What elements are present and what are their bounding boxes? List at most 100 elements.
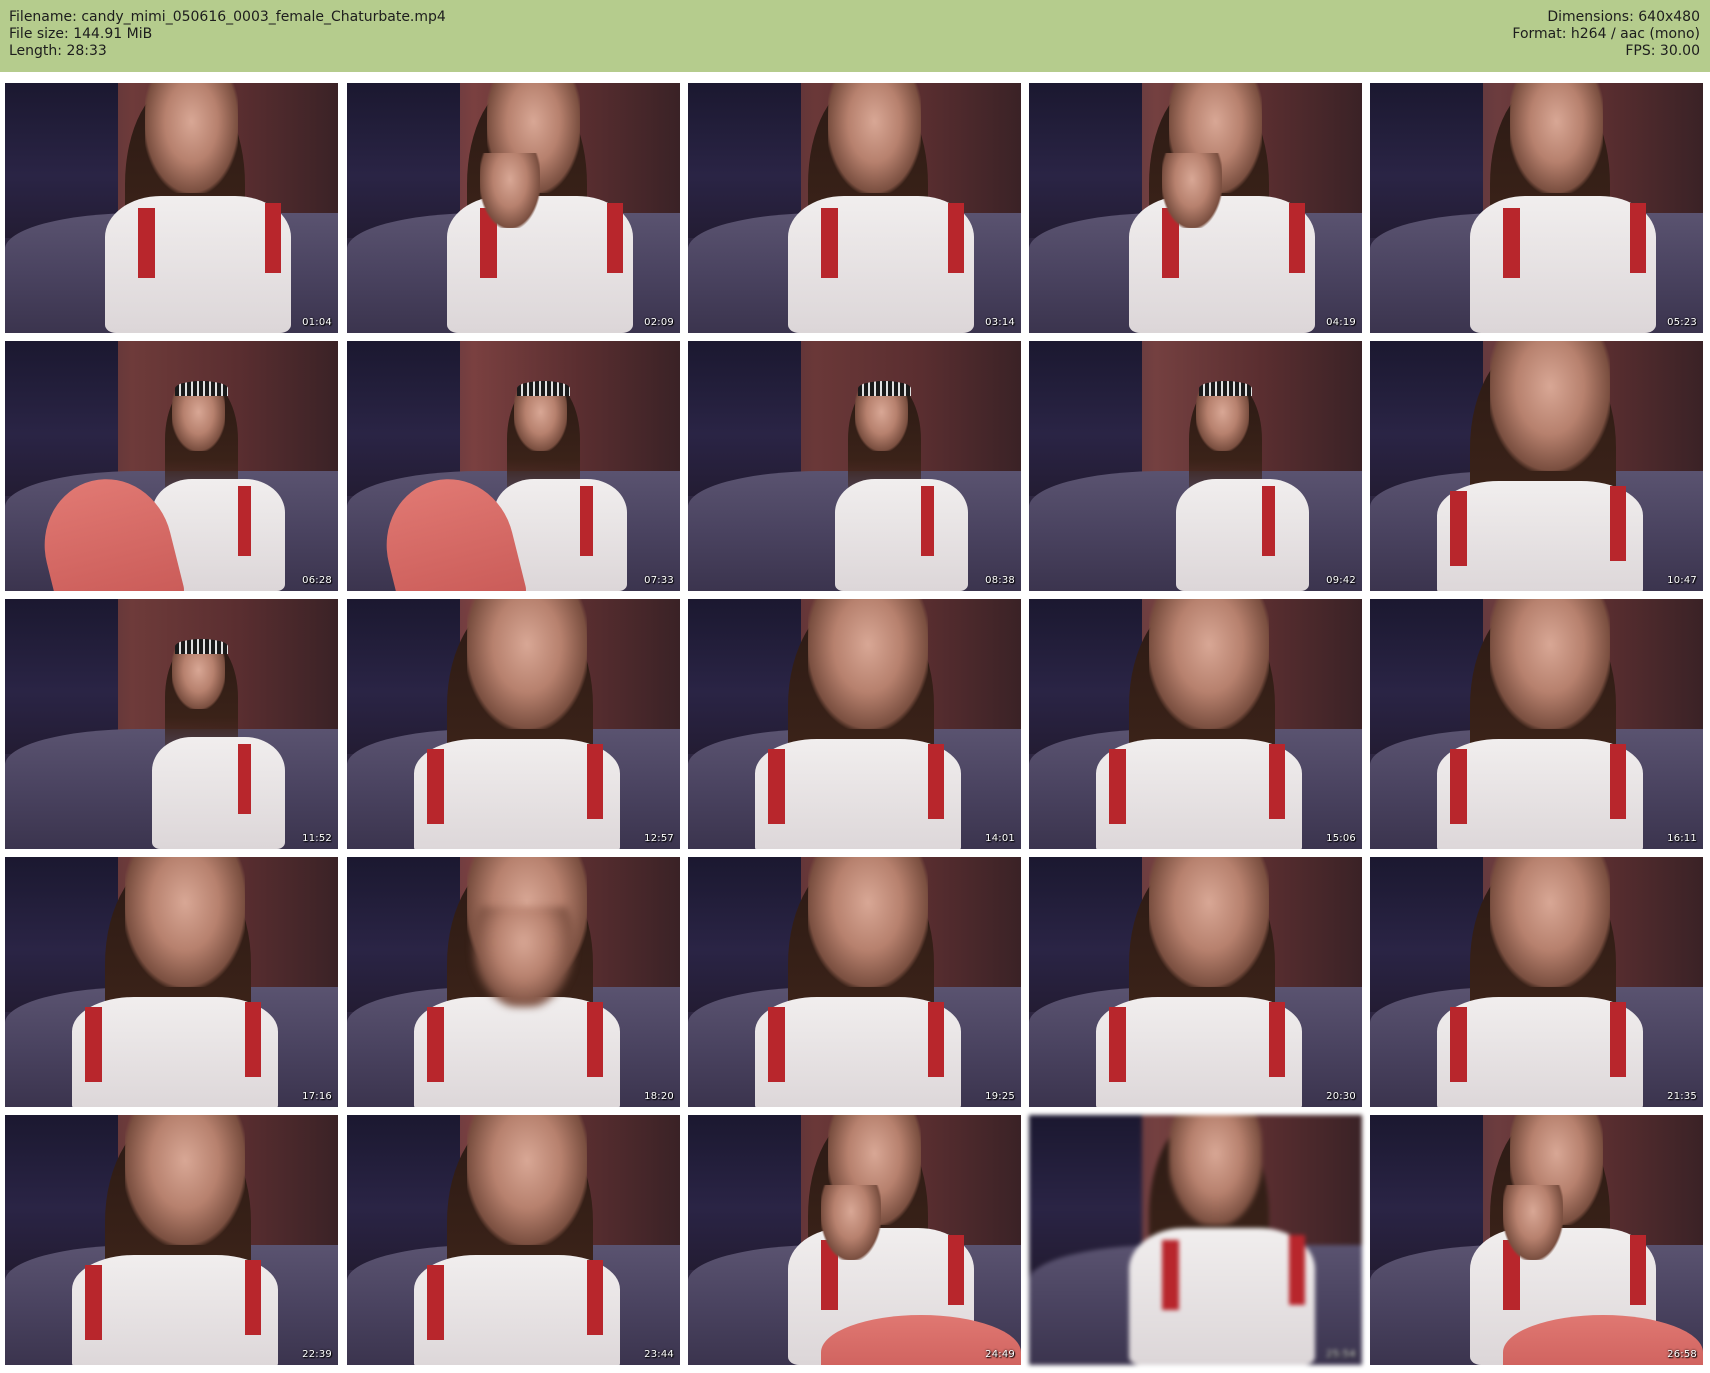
video-thumbnail: 02:09 (347, 83, 680, 333)
shirt-stripe (586, 744, 604, 819)
shirt (104, 195, 292, 333)
video-thumbnail: 09:42 (1029, 341, 1362, 591)
thumbnail-timestamp: 04:19 (1326, 317, 1356, 328)
shirt (151, 736, 285, 849)
thumbnail-timestamp: 18:20 (644, 1091, 674, 1102)
video-thumbnail: 05:23 (1370, 83, 1703, 333)
thumbnail-timestamp: 08:38 (985, 575, 1015, 586)
video-thumbnail: 26:58 (1370, 1115, 1703, 1365)
face (1148, 857, 1269, 987)
shirt-stripe (426, 749, 444, 824)
shirt-stripe (580, 486, 594, 556)
shirt-stripe (927, 1002, 945, 1077)
shirt (1469, 195, 1657, 333)
video-thumbnail: 11:52 (5, 599, 338, 849)
shirt-stripe (244, 1002, 262, 1077)
headband (1198, 381, 1253, 396)
thumbnail-timestamp: 14:01 (985, 833, 1015, 844)
shirt-stripe (426, 1007, 444, 1082)
thumbnail-timestamp: 15:06 (1326, 833, 1356, 844)
headband (174, 639, 229, 654)
shirt-stripe (264, 203, 282, 273)
face (171, 391, 225, 451)
thumbnail-timestamp: 11:52 (302, 833, 332, 844)
shirt (787, 195, 975, 333)
face (807, 857, 928, 987)
thumbnail-timestamp: 26:58 (1667, 1349, 1697, 1360)
shirt-stripe (1449, 1007, 1467, 1082)
shirt (1128, 1227, 1316, 1365)
face (1489, 857, 1610, 987)
face (171, 649, 225, 709)
shirt-stripe (84, 1265, 102, 1340)
shirt-stripe (1449, 749, 1467, 824)
video-thumbnail: 04:19 (1029, 83, 1362, 333)
thumbnail-timestamp: 03:14 (985, 317, 1015, 328)
video-thumbnail: 17:16 (5, 857, 338, 1107)
shirt-stripe (1503, 208, 1520, 278)
face (1148, 599, 1269, 729)
shirt-stripe (1609, 744, 1627, 819)
shirt-stripe (138, 208, 155, 278)
video-thumbnail: 07:33 (347, 341, 680, 591)
video-thumbnail: 01:04 (5, 83, 338, 333)
thumbnail-timestamp: 12:57 (644, 833, 674, 844)
video-thumbnail: 15:06 (1029, 599, 1362, 849)
thumbnail-timestamp: 16:11 (1667, 833, 1697, 844)
shirt-stripe (767, 749, 785, 824)
thumbnail-grid: 01:04 02:09 03:14 04:19 05:23 06:28 07:33 08:38… (0, 0, 1710, 1373)
shirt (446, 195, 634, 333)
thumbnail-timestamp: 01:04 (302, 317, 332, 328)
shirt-stripe (1449, 491, 1467, 566)
video-thumbnail: 22:39 (5, 1115, 338, 1365)
face (124, 857, 245, 987)
video-thumbnail: 06:28 (5, 341, 338, 591)
face (1195, 391, 1249, 451)
video-thumbnail: 24:49 (688, 1115, 1021, 1365)
headband (516, 381, 571, 396)
thumbnail-timestamp: 21:35 (1667, 1091, 1697, 1102)
thumbnail-timestamp: 06:28 (302, 575, 332, 586)
video-thumbnail: 20:30 (1029, 857, 1362, 1107)
shirt-stripe (1609, 1002, 1627, 1077)
shirt-stripe (927, 744, 945, 819)
hand (473, 907, 574, 1007)
thumbnail-timestamp: 09:42 (1326, 575, 1356, 586)
video-thumbnail: 10:47 (1370, 341, 1703, 591)
shirt-stripe (1268, 744, 1286, 819)
hand (1503, 1185, 1564, 1260)
shirt-stripe (767, 1007, 785, 1082)
shirt-stripe (1288, 203, 1306, 273)
shirt-stripe (606, 203, 624, 273)
thumbnail-timestamp: 23:44 (644, 1349, 674, 1360)
shirt-stripe (586, 1002, 604, 1077)
shirt-stripe (921, 486, 935, 556)
shirt-stripe (1262, 486, 1276, 556)
video-thumbnail: 23:44 (347, 1115, 680, 1365)
face (1509, 83, 1604, 193)
thumbnail-timestamp: 05:23 (1667, 317, 1697, 328)
video-thumbnail: 25:54 (1029, 1115, 1362, 1365)
hand (480, 153, 541, 228)
shirt-stripe (238, 744, 252, 814)
shirt-stripe (1108, 1007, 1126, 1082)
shirt-stripe (1288, 1235, 1306, 1305)
hand (821, 1185, 882, 1260)
thumbnail-timestamp: 20:30 (1326, 1091, 1356, 1102)
face (854, 391, 908, 451)
face (1489, 341, 1610, 471)
thumbnail-timestamp: 17:16 (302, 1091, 332, 1102)
thumbnail-timestamp: 25:54 (1326, 1349, 1356, 1360)
shirt (1128, 195, 1316, 333)
video-thumbnail: 16:11 (1370, 599, 1703, 849)
video-thumbnail: 08:38 (688, 341, 1021, 591)
headband (174, 381, 229, 396)
shirt-stripe (1609, 486, 1627, 561)
face (124, 1115, 245, 1245)
shirt-stripe (426, 1265, 444, 1340)
face (1168, 1115, 1263, 1225)
shirt-stripe (244, 1260, 262, 1335)
shirt-stripe (947, 1235, 965, 1305)
video-thumbnail: 19:25 (688, 857, 1021, 1107)
thumbnail-timestamp: 07:33 (644, 575, 674, 586)
